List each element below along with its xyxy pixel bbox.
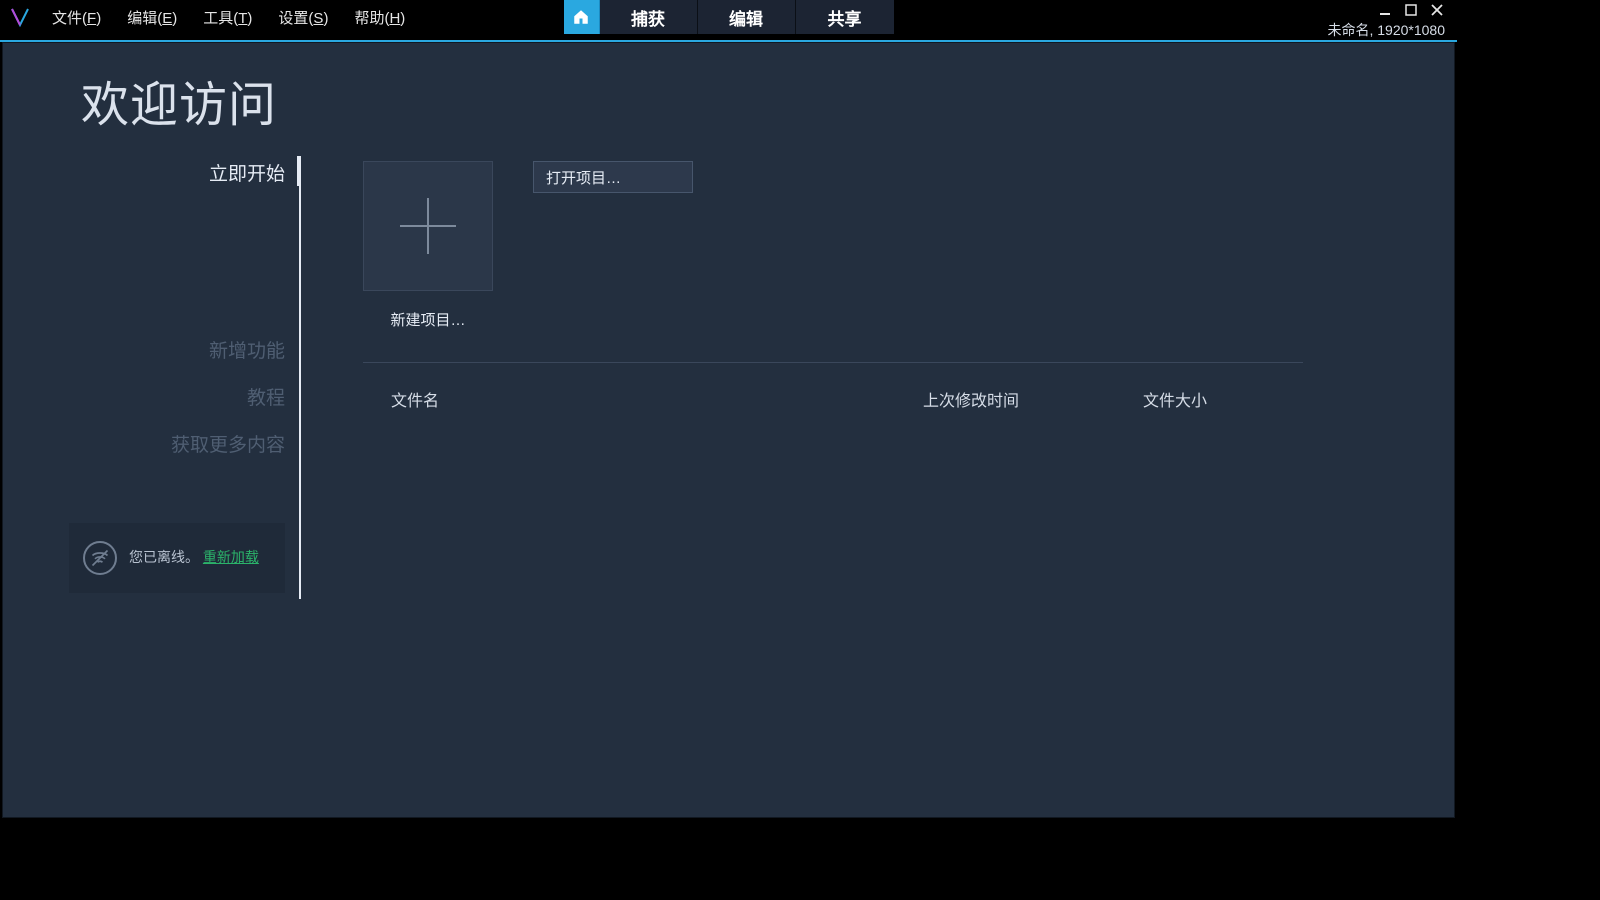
home-icon	[572, 8, 590, 26]
nav-getmore[interactable]: 获取更多内容	[171, 430, 285, 457]
titlebar-right: 未命名, 1920*1080	[1327, 0, 1457, 40]
offline-icon	[83, 541, 117, 575]
mode-tab-home[interactable]	[564, 0, 600, 34]
menu-settings[interactable]: 设置(S)	[266, 1, 340, 34]
mode-tab-edit[interactable]: 编辑	[698, 0, 796, 34]
mode-tabs: 捕获 编辑 共享	[564, 0, 894, 34]
plus-icon	[400, 198, 456, 254]
open-project-button[interactable]: 打开项目…	[533, 161, 693, 193]
recent-header: 文件名 上次修改时间 文件大小	[363, 387, 1303, 411]
start-row: 新建项目… 打开项目…	[363, 161, 1394, 330]
offline-reload-link[interactable]: 重新加载	[203, 549, 259, 565]
new-project-tile: 新建项目…	[363, 161, 493, 330]
col-modified: 上次修改时间	[923, 387, 1143, 411]
new-project-label: 新建项目…	[390, 309, 465, 330]
menubar: 文件(F) 编辑(E) 工具(T) 设置(S) 帮助(H)	[0, 0, 417, 34]
app-window: 文件(F) 编辑(E) 工具(T) 设置(S) 帮助(H) 捕获 编辑	[0, 0, 1457, 820]
start-content: 新建项目… 打开项目… 文件名 上次修改时间 文件大小	[363, 161, 1394, 797]
nav-tutorials[interactable]: 教程	[247, 383, 285, 410]
recent-divider	[363, 362, 1303, 363]
nav-whatsnew[interactable]: 新增功能	[209, 336, 285, 363]
titlebar: 文件(F) 编辑(E) 工具(T) 设置(S) 帮助(H) 捕获 编辑	[0, 0, 1457, 42]
offline-message: 您已离线。	[129, 549, 199, 565]
menu-help[interactable]: 帮助(H)	[342, 1, 417, 34]
menu-tools[interactable]: 工具(T)	[191, 1, 264, 34]
minimize-button[interactable]	[1377, 2, 1393, 18]
menu-file[interactable]: 文件(F)	[40, 1, 113, 34]
welcome-screen: 欢迎访问 立即开始 新增功能 教程 获取更多内容 您已离线。 重新加载	[2, 42, 1455, 818]
maximize-button[interactable]	[1403, 2, 1419, 18]
new-project-button[interactable]	[363, 161, 493, 291]
offline-text: 您已离线。 重新加载	[129, 548, 259, 568]
mode-tab-capture[interactable]: 捕获	[600, 0, 698, 34]
mode-tab-share[interactable]: 共享	[796, 0, 894, 34]
offline-panel: 您已离线。 重新加载	[69, 523, 285, 593]
menu-edit[interactable]: 编辑(E)	[115, 1, 189, 34]
document-status: 未命名, 1920*1080	[1327, 18, 1451, 40]
app-logo-icon	[8, 5, 32, 29]
col-size: 文件大小	[1143, 387, 1303, 411]
col-filename: 文件名	[363, 387, 923, 411]
welcome-title: 欢迎访问	[81, 65, 277, 135]
close-button[interactable]	[1429, 2, 1445, 18]
nav-start[interactable]: 立即开始	[209, 159, 285, 186]
window-controls	[1377, 0, 1451, 18]
